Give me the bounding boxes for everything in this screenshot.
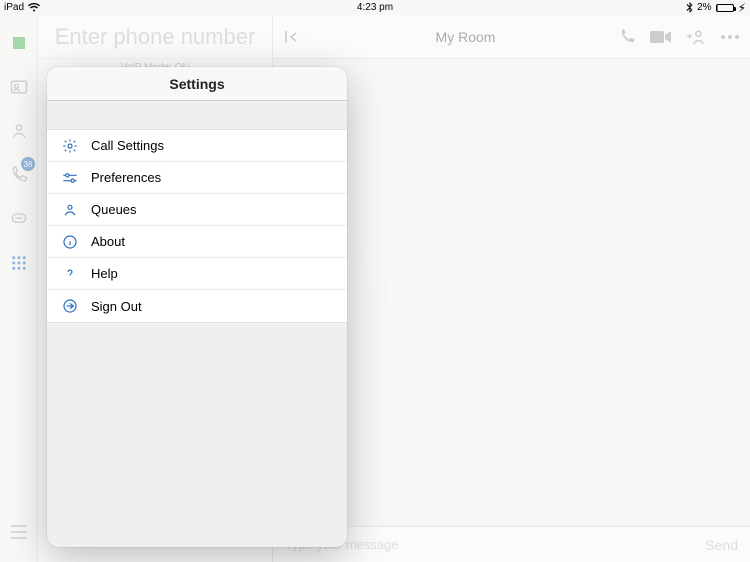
charge-icon: ⚡︎ bbox=[738, 2, 746, 14]
status-bar: iPad 4:23 pm 2% ⚡︎ bbox=[0, 0, 750, 15]
device-label: iPad bbox=[4, 2, 24, 13]
wifi-icon bbox=[28, 3, 40, 12]
settings-list: Call Settings Preferences Queues About H… bbox=[47, 129, 347, 323]
settings-title: Settings bbox=[47, 67, 347, 101]
settings-item-label: About bbox=[91, 234, 125, 249]
settings-item-help[interactable]: Help bbox=[47, 258, 347, 290]
queue-icon bbox=[61, 202, 79, 218]
gear-icon bbox=[61, 138, 79, 154]
battery-pct: 2% bbox=[697, 2, 711, 13]
settings-item-about[interactable]: About bbox=[47, 226, 347, 258]
settings-item-preferences[interactable]: Preferences bbox=[47, 162, 347, 194]
battery-icon bbox=[716, 4, 734, 12]
settings-item-call-settings[interactable]: Call Settings bbox=[47, 130, 347, 162]
settings-popover: Settings Call Settings Preferences Queue… bbox=[47, 67, 347, 547]
settings-item-label: Sign Out bbox=[91, 299, 142, 314]
settings-item-label: Call Settings bbox=[91, 138, 164, 153]
settings-item-queues[interactable]: Queues bbox=[47, 194, 347, 226]
sliders-icon bbox=[61, 170, 79, 186]
status-time: 4:23 pm bbox=[357, 2, 393, 13]
help-icon bbox=[61, 266, 79, 282]
settings-item-label: Preferences bbox=[91, 170, 161, 185]
settings-item-sign-out[interactable]: Sign Out bbox=[47, 290, 347, 322]
sign-out-icon bbox=[61, 298, 79, 314]
settings-item-label: Queues bbox=[91, 202, 137, 217]
bluetooth-icon bbox=[686, 2, 693, 13]
settings-item-label: Help bbox=[91, 266, 118, 281]
info-icon bbox=[61, 234, 79, 250]
